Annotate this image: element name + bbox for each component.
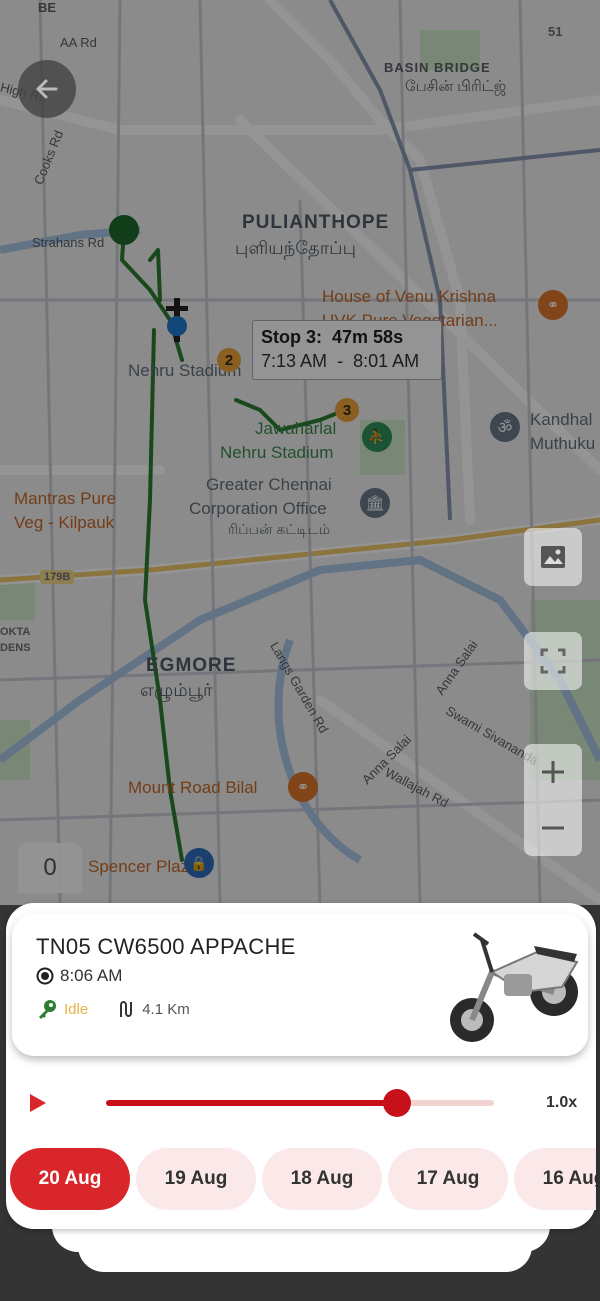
playback-slider[interactable]: [106, 1089, 494, 1117]
date-chip[interactable]: 17 Aug: [388, 1148, 508, 1210]
vehicle-distance: 4.1 Km: [142, 1000, 190, 1018]
map-type-button[interactable]: [524, 528, 582, 586]
stadium-icon[interactable]: ⛹: [362, 422, 392, 452]
map-label: Muthuku: [530, 434, 596, 453]
map-label: AA Rd: [60, 35, 97, 50]
vehicle-time-value: 8:06 AM: [60, 966, 123, 985]
date-chip[interactable]: 16 Aug: [514, 1148, 596, 1210]
location-dot-icon: [36, 967, 54, 985]
map-label: Corporation Office: [189, 499, 327, 518]
shopping-icon[interactable]: 🔒: [184, 848, 214, 878]
stop-time-separator: -: [337, 351, 344, 371]
playback-slider-fill: [106, 1100, 397, 1106]
date-chip[interactable]: 20 Aug: [10, 1148, 130, 1210]
motorcycle-image: [450, 932, 579, 1042]
map-label: Greater Chennai: [206, 475, 332, 494]
fullscreen-button[interactable]: [524, 632, 582, 690]
image-icon: [541, 546, 565, 568]
map-label: Nehru Stadium: [220, 443, 334, 462]
map-label: DENS: [0, 642, 31, 654]
fullscreen-icon: [540, 648, 566, 674]
map-label: Veg - Kilpauk: [14, 513, 115, 532]
stop-end-time: 8:01 AM: [353, 351, 420, 371]
map-label: Mantras Pure: [14, 489, 117, 508]
vehicle-status: Idle: [64, 1000, 89, 1018]
map-label: புளியந்தோப்பு: [235, 238, 356, 258]
restaurant-icon[interactable]: ⚭: [538, 290, 568, 320]
map-label: எழும்பூர்: [140, 680, 213, 700]
stop-counter: 0: [18, 843, 82, 893]
stop-marker[interactable]: 2: [217, 348, 241, 372]
map-label: BASIN BRIDGE: [384, 60, 491, 75]
arrow-left-icon: [36, 79, 58, 99]
government-building-icon[interactable]: 🏛: [360, 488, 390, 518]
map-label: House of Venu Krishna: [322, 287, 496, 306]
temple-icon[interactable]: ॐ: [490, 412, 520, 442]
map-label: Spencer Plaza: [88, 857, 199, 876]
play-icon[interactable]: [26, 1092, 48, 1114]
map-label: 51: [548, 24, 563, 39]
restaurant-icon[interactable]: ⚭: [288, 772, 318, 802]
map-label: Mount Road Bilal: [128, 778, 258, 797]
date-chip[interactable]: 18 Aug: [262, 1148, 382, 1210]
back-button[interactable]: [18, 60, 76, 118]
map-label: Strahans Rd: [32, 235, 105, 250]
map-label: பேசின் பிரிட்ஜ்: [405, 78, 507, 95]
zoom-out-button[interactable]: [524, 800, 582, 856]
vehicle-card[interactable]: TN05 CW6500 APPACHE 8:06 AM Idle 4.1 Km: [12, 914, 588, 1056]
vehicle-marker: [166, 298, 188, 342]
vehicle-title: TN05 CW6500 APPACHE: [36, 934, 296, 959]
map-label: BE: [38, 0, 57, 15]
map-label: Jawaharlal: [255, 419, 337, 438]
stop-start-time: 7:13 AM: [261, 351, 328, 371]
minus-icon: [542, 826, 564, 830]
map-label: EGMORE: [146, 655, 237, 676]
playback-speed[interactable]: 1.0x: [546, 1094, 577, 1112]
vehicle-status-row: Idle 4.1 Km: [36, 998, 190, 1020]
key-icon: [39, 1000, 56, 1019]
playback-slider-thumb[interactable]: [383, 1089, 411, 1117]
map-label: ரிப்பன் கட்டிடம்: [228, 521, 331, 537]
playback-controls: 1.0x: [6, 1080, 596, 1126]
map-label: 179B: [40, 570, 75, 584]
map-label: PULIANTHOPE: [242, 212, 390, 233]
map-label: OKTA: [0, 626, 31, 638]
plus-icon: [542, 761, 564, 783]
date-selector: 20 Aug19 Aug18 Aug17 Aug16 Aug: [6, 1148, 596, 1210]
route-icon: [120, 1001, 133, 1017]
stop-tooltip[interactable]: Stop 3: 47m 58s 7:13 AM - 8:01 AM: [252, 320, 442, 380]
stop-label: Stop 3:: [261, 327, 322, 347]
vehicle-last-time: 8:06 AM: [36, 966, 122, 986]
stop-marker[interactable]: 3: [335, 398, 359, 422]
map-view[interactable]: BE AA Rd High Rd Cooks Rd Strahans Rd 51…: [0, 0, 600, 905]
map-label: Kandhal: [530, 410, 593, 429]
zoom-in-button[interactable]: [524, 744, 582, 800]
stop-duration: 47m 58s: [332, 327, 404, 347]
date-chip[interactable]: 19 Aug: [136, 1148, 256, 1210]
